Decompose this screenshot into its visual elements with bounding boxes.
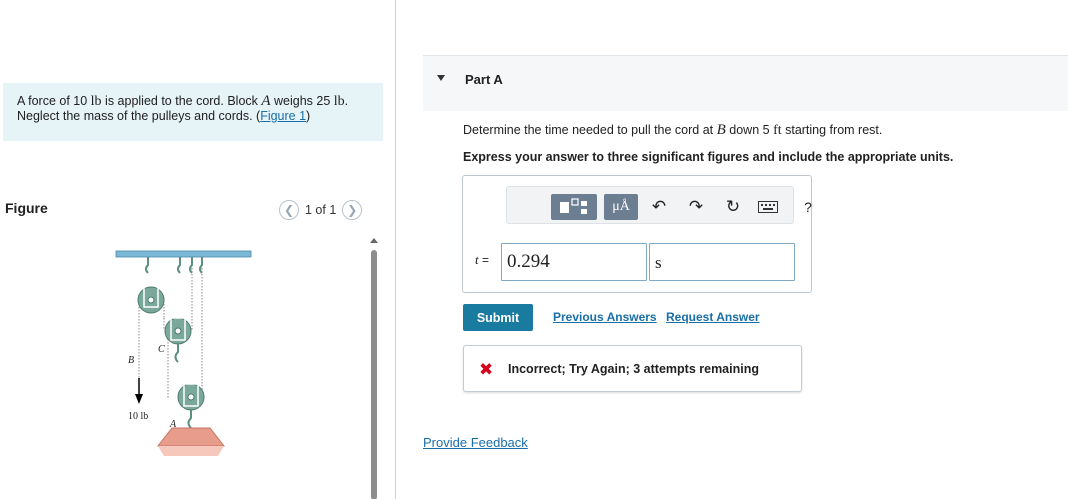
block-variable: A bbox=[261, 93, 271, 109]
question-part: down 5 bbox=[725, 123, 774, 137]
template-icon bbox=[560, 198, 587, 214]
pulley-figure: B C A 10 lb bbox=[110, 238, 265, 499]
label-c: C bbox=[158, 344, 165, 355]
feedback-message: ✖ Incorrect; Try Again; 3 attempts remai… bbox=[463, 345, 802, 392]
problem-text: ) bbox=[306, 109, 311, 123]
scroll-up-icon[interactable] bbox=[370, 238, 378, 243]
part-a-header[interactable]: Part A bbox=[423, 55, 1068, 111]
figure-scrollbar[interactable] bbox=[370, 238, 378, 499]
submit-button[interactable]: Submit bbox=[463, 304, 533, 331]
figure-page-count: 1 of 1 bbox=[305, 203, 337, 217]
error-x-icon: ✖ bbox=[479, 360, 494, 379]
feedback-text: Incorrect; Try Again; 3 attempts remaini… bbox=[508, 362, 759, 376]
part-title: Part A bbox=[465, 72, 503, 87]
template-button[interactable] bbox=[551, 194, 597, 220]
unit-ft: ft bbox=[773, 123, 782, 138]
prev-figure-button[interactable]: ❮ bbox=[279, 200, 299, 220]
math-toolbar: μÅ ↶ ↷ ↻ ? bbox=[506, 186, 812, 224]
figure-pager: ❮ 1 of 1 ❯ bbox=[279, 200, 363, 220]
force-arrow bbox=[135, 394, 143, 404]
label-a: A bbox=[169, 419, 177, 430]
figure-header: Figure ❮ 1 of 1 ❯ bbox=[0, 197, 396, 225]
unit-lb: lb bbox=[90, 94, 102, 109]
figure-title: Figure bbox=[5, 200, 48, 216]
reset-icon: ↻ bbox=[725, 197, 741, 216]
problem-text: weighs 25 bbox=[270, 94, 334, 108]
undo-icon: ↶ bbox=[651, 197, 667, 216]
redo-button[interactable]: ↷ bbox=[685, 194, 707, 220]
help-button[interactable]: ? bbox=[798, 194, 818, 220]
previous-answers-link[interactable]: Previous Answers bbox=[553, 310, 657, 324]
problem-text: Neglect the mass of the pulleys and cord… bbox=[17, 109, 261, 123]
problem-text: A force of 10 bbox=[17, 94, 91, 108]
help-icon: ? bbox=[804, 199, 812, 215]
label-b: B bbox=[128, 355, 134, 366]
provide-feedback-link[interactable]: Provide Feedback bbox=[423, 435, 528, 450]
caret-down-icon[interactable] bbox=[437, 75, 445, 81]
undo-button[interactable]: ↶ bbox=[648, 194, 670, 220]
pulley-diagram-icon: B C A 10 lb bbox=[115, 250, 252, 456]
problem-text: . bbox=[344, 94, 349, 108]
problem-statement: A force of 10 lb is applied to the cord.… bbox=[3, 83, 383, 141]
figure-link[interactable]: Figure 1 bbox=[260, 109, 306, 123]
question-text: Determine the time needed to pull the co… bbox=[463, 122, 882, 139]
redo-icon: ↷ bbox=[688, 197, 704, 216]
instruction-text: Express your answer to three significant… bbox=[463, 150, 954, 164]
unit-lb: lb bbox=[333, 94, 345, 109]
ceiling-beam bbox=[115, 250, 252, 258]
question-part: starting from rest. bbox=[781, 123, 883, 137]
variable-label: t = bbox=[475, 252, 489, 268]
right-panel: Part A Determine the time needed to pull… bbox=[397, 0, 1068, 499]
units-button[interactable]: μÅ bbox=[604, 194, 638, 220]
value-input[interactable]: 0.294 bbox=[501, 243, 647, 281]
block-a bbox=[156, 427, 226, 447]
next-figure-button[interactable]: ❯ bbox=[342, 200, 363, 220]
unit-input[interactable]: s bbox=[649, 243, 795, 281]
label-force: 10 lb bbox=[128, 411, 148, 422]
question-part: Determine the time needed to pull the co… bbox=[463, 123, 717, 137]
chevron-right-icon: ❯ bbox=[347, 203, 358, 217]
point-variable: B bbox=[716, 122, 726, 138]
keyboard-button[interactable] bbox=[757, 194, 779, 220]
chevron-left-icon: ❮ bbox=[283, 203, 295, 217]
scroll-thumb[interactable] bbox=[371, 250, 377, 499]
answer-box: μÅ ↶ ↷ ↻ ? t = 0.294 s bbox=[462, 175, 812, 293]
keyboard-icon bbox=[758, 201, 778, 213]
reset-button[interactable]: ↻ bbox=[722, 194, 744, 220]
units-label: μÅ bbox=[612, 199, 630, 214]
equals-sign: = bbox=[478, 253, 489, 267]
left-panel: A force of 10 lb is applied to the cord.… bbox=[0, 0, 396, 499]
request-answer-link[interactable]: Request Answer bbox=[666, 310, 760, 324]
problem-text: is applied to the cord. Block bbox=[101, 94, 262, 108]
